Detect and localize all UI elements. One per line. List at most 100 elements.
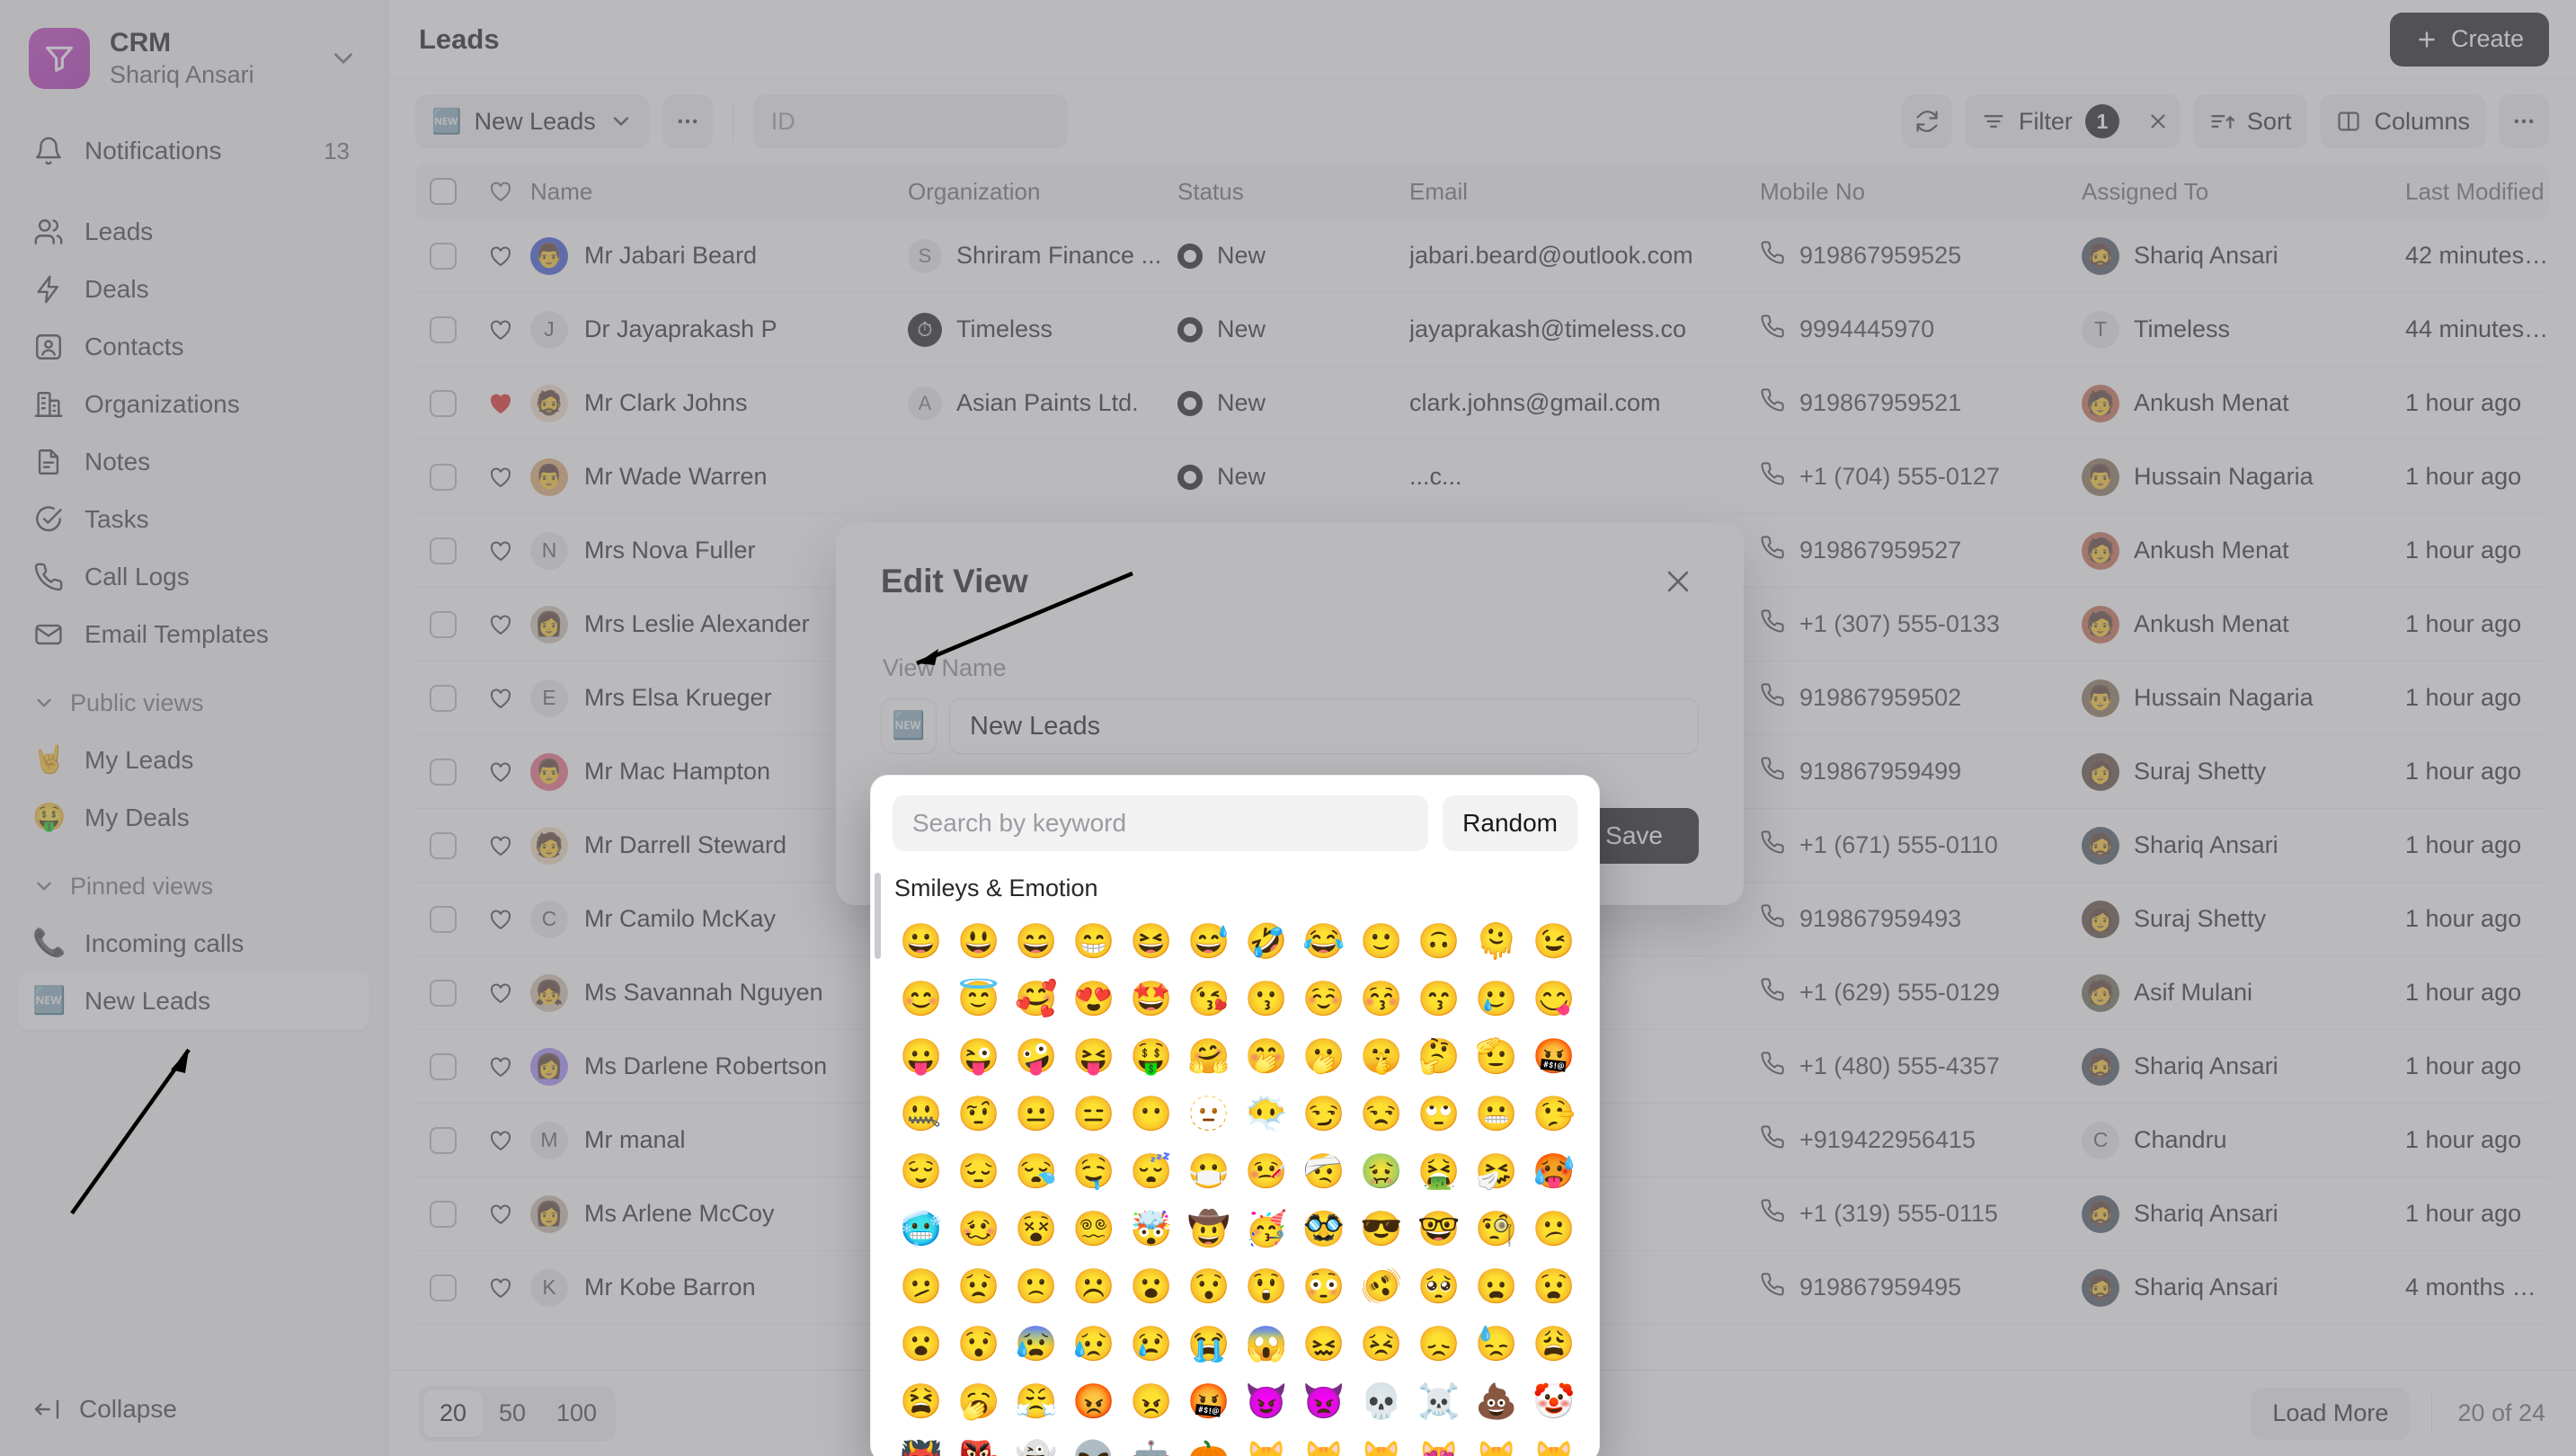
emoji-option[interactable]: 🥰 — [1008, 971, 1065, 1028]
emoji-option[interactable]: 🥲 — [1468, 971, 1525, 1028]
emoji-option[interactable]: 😮 — [1123, 1258, 1180, 1316]
emoji-option[interactable]: 😣 — [1353, 1316, 1410, 1373]
emoji-option[interactable]: 🤣 — [1238, 913, 1295, 971]
emoji-option[interactable]: 😬 — [1468, 1086, 1525, 1143]
emoji-option[interactable]: 😵‍💫 — [1065, 1201, 1123, 1258]
emoji-option[interactable]: 😮 — [893, 1316, 950, 1373]
emoji-option[interactable]: 👹 — [893, 1431, 950, 1456]
emoji-option[interactable]: 🤬 — [1525, 1028, 1583, 1086]
emoji-option[interactable]: 😡 — [1065, 1373, 1123, 1431]
emoji-option[interactable]: 🥸 — [1295, 1201, 1353, 1258]
emoji-option[interactable]: 🫡 — [1468, 1028, 1525, 1086]
emoji-option[interactable]: 👺 — [950, 1431, 1008, 1456]
emoji-option[interactable]: 🙄 — [1410, 1086, 1468, 1143]
emoji-option[interactable]: 🤮 — [1410, 1143, 1468, 1201]
emoji-option[interactable]: 🤧 — [1468, 1143, 1525, 1201]
emoji-option[interactable]: 😕 — [1525, 1201, 1583, 1258]
emoji-option[interactable]: 😥 — [1065, 1316, 1123, 1373]
emoji-option[interactable]: 🤪 — [1008, 1028, 1065, 1086]
emoji-option[interactable]: 🥳 — [1238, 1201, 1295, 1258]
emoji-option[interactable]: 🙂 — [1353, 913, 1410, 971]
emoji-option[interactable]: 😟 — [950, 1258, 1008, 1316]
emoji-option[interactable]: 😞 — [1410, 1316, 1468, 1373]
emoji-option[interactable]: 😶‍🌫️ — [1238, 1086, 1295, 1143]
emoji-option[interactable]: 👻 — [1008, 1431, 1065, 1456]
emoji-option[interactable]: 😁 — [1065, 913, 1123, 971]
emoji-option[interactable]: 🫢 — [1295, 1028, 1353, 1086]
emoji-option[interactable]: 😋 — [1525, 971, 1583, 1028]
emoji-option[interactable]: 🤨 — [950, 1086, 1008, 1143]
emoji-option[interactable]: 😺 — [1238, 1431, 1295, 1456]
emoji-option[interactable]: 😴 — [1123, 1143, 1180, 1201]
emoji-option[interactable]: 🤥 — [1525, 1086, 1583, 1143]
emoji-option[interactable]: 🤢 — [1353, 1143, 1410, 1201]
emoji-option[interactable]: 😤 — [1008, 1373, 1065, 1431]
emoji-search-input[interactable] — [893, 795, 1429, 851]
emoji-option[interactable]: 🤕 — [1295, 1143, 1353, 1201]
emoji-option[interactable]: 😇 — [950, 971, 1008, 1028]
emoji-option[interactable]: 🤓 — [1410, 1201, 1468, 1258]
emoji-option[interactable]: 😌 — [893, 1143, 950, 1201]
emoji-option[interactable]: 😍 — [1065, 971, 1123, 1028]
emoji-option[interactable]: 🤐 — [893, 1086, 950, 1143]
emoji-option[interactable]: 😵 — [1008, 1201, 1065, 1258]
emoji-option[interactable]: 😻 — [1410, 1431, 1468, 1456]
emoji-option[interactable]: 👿 — [1295, 1373, 1353, 1431]
emoji-option[interactable]: 🫠 — [1468, 913, 1525, 971]
emoji-option[interactable]: 😖 — [1295, 1316, 1353, 1373]
emoji-option[interactable]: 🤔 — [1410, 1028, 1468, 1086]
emoji-option[interactable]: ☹️ — [1065, 1258, 1123, 1316]
emoji-option[interactable]: 😘 — [1180, 971, 1238, 1028]
emoji-option[interactable]: 😊 — [893, 971, 950, 1028]
emoji-scroll-area[interactable]: Smileys & Emotion 😀 😃 😄 😁 😆 😅 🤣 😂 🙂 🙃 🫠 😉 😊 😇 🥰 😍 🤩 😘 😗 ☺️ 😚… — [871, 860, 1599, 1456]
random-emoji-button[interactable]: Random — [1443, 795, 1577, 851]
emoji-option[interactable]: 😉 — [1525, 913, 1583, 971]
emoji-option[interactable]: 😃 — [950, 913, 1008, 971]
emoji-option[interactable]: 😒 — [1353, 1086, 1410, 1143]
emoji-option[interactable]: ☠️ — [1410, 1373, 1468, 1431]
emoji-option[interactable]: 🥱 — [950, 1373, 1008, 1431]
emoji-option[interactable]: 🤤 — [1065, 1143, 1123, 1201]
emoji-option[interactable]: 😑 — [1065, 1086, 1123, 1143]
emoji-option[interactable]: 😓 — [1468, 1316, 1525, 1373]
emoji-option[interactable]: 😛 — [893, 1028, 950, 1086]
emoji-option[interactable]: 🤗 — [1180, 1028, 1238, 1086]
emoji-option[interactable]: 😄 — [1008, 913, 1065, 971]
emoji-option[interactable]: 🤖 — [1123, 1431, 1180, 1456]
emoji-option[interactable]: 😜 — [950, 1028, 1008, 1086]
emoji-option[interactable]: 😎 — [1353, 1201, 1410, 1258]
emoji-option[interactable]: 😐 — [1008, 1086, 1065, 1143]
emoji-option[interactable]: 🫥 — [1180, 1086, 1238, 1143]
emoji-option[interactable]: 😰 — [1008, 1316, 1065, 1373]
emoji-option[interactable]: 🙁 — [1008, 1258, 1065, 1316]
emoji-option[interactable]: 🤒 — [1238, 1143, 1295, 1201]
emoji-option[interactable]: 😗 — [1238, 971, 1295, 1028]
emoji-option[interactable]: 💩 — [1468, 1373, 1525, 1431]
emoji-option[interactable]: 😅 — [1180, 913, 1238, 971]
emoji-option[interactable]: 🤑 — [1123, 1028, 1180, 1086]
emoji-option[interactable]: 😼 — [1468, 1431, 1525, 1456]
emoji-option[interactable]: 🤬 — [1180, 1373, 1238, 1431]
emoji-option[interactable]: 🥺 — [1410, 1258, 1468, 1316]
emoji-option[interactable]: 😪 — [1008, 1143, 1065, 1201]
emoji-option[interactable]: 😸 — [1295, 1431, 1353, 1456]
emoji-option[interactable]: 😀 — [893, 913, 950, 971]
emoji-scrollbar[interactable] — [875, 873, 881, 959]
emoji-option[interactable]: 😏 — [1295, 1086, 1353, 1143]
emoji-option[interactable]: 😝 — [1065, 1028, 1123, 1086]
emoji-option[interactable]: 🤩 — [1123, 971, 1180, 1028]
emoji-option[interactable]: 🫤 — [893, 1258, 950, 1316]
emoji-option[interactable]: 😯 — [1180, 1258, 1238, 1316]
emoji-option[interactable]: 😩 — [1525, 1316, 1583, 1373]
emoji-option[interactable]: 😽 — [1525, 1431, 1583, 1456]
emoji-option[interactable]: 🤡 — [1525, 1373, 1583, 1431]
emoji-option[interactable]: 🎃 — [1180, 1431, 1238, 1456]
emoji-option[interactable]: 🧐 — [1468, 1201, 1525, 1258]
emoji-option[interactable]: 🤭 — [1238, 1028, 1295, 1086]
emoji-option[interactable]: 🫨 — [1353, 1258, 1410, 1316]
emoji-option[interactable]: 😹 — [1353, 1431, 1410, 1456]
emoji-option[interactable]: 😷 — [1180, 1143, 1238, 1201]
emoji-option[interactable]: 🥶 — [893, 1201, 950, 1258]
emoji-option[interactable]: 👽 — [1065, 1431, 1123, 1456]
emoji-option[interactable]: 😭 — [1180, 1316, 1238, 1373]
